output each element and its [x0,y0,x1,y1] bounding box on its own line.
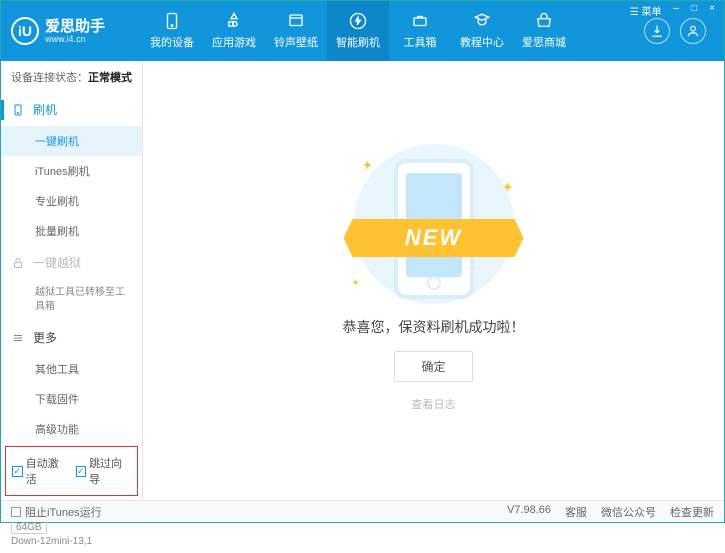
app-url: www.i4.cn [45,34,105,44]
maximize-button[interactable]: □ [688,3,700,18]
sidebar-sub-more-2[interactable]: 高级功能 [1,414,142,444]
sidebar-sub-flash-0[interactable]: 一键刷机 [1,126,142,156]
nav-tutorial[interactable]: 教程中心 [451,1,513,61]
app-name: 爱思助手 [45,19,105,34]
sidebar-flash-title: 刷机 [33,101,57,118]
sidebar-sub-flash-2[interactable]: 专业刷机 [1,186,142,216]
menu-icon[interactable]: ☰ 菜单 [627,3,665,18]
sidebar-sub-more-0[interactable]: 其他工具 [1,354,142,384]
nav-device[interactable]: 我的设备 [141,1,203,61]
success-illustration: NEW ✦ ✦ ✦ [344,149,524,299]
sidebar-sub-more-1[interactable]: 下载固件 [1,384,142,414]
logo-icon: iU [11,17,39,45]
checkbox-checked-icon: ✓ [12,466,23,477]
menu-label: 菜单 [642,7,662,18]
nav-store[interactable]: 爱思商城 [513,1,575,61]
auto-activate-label: 自动激活 [26,455,68,487]
nav-flash[interactable]: 智能刷机 [327,1,389,61]
nav-label: 应用游戏 [212,34,256,50]
tools-icon [411,12,429,30]
nav-label: 教程中心 [460,34,504,50]
block-itunes-label: 阻止iTunes运行 [25,504,102,520]
sidebar: 设备连接状态：正常模式 刷机 一键刷机iTunes刷机专业刷机批量刷机 一键越狱… [1,61,143,500]
window-controls: ☰ 菜单 – □ × [627,3,718,18]
user-icon[interactable] [680,18,706,44]
download-icon[interactable] [644,18,670,44]
block-itunes-checkbox[interactable]: 阻止iTunes运行 [11,504,102,520]
tutorial-icon [473,12,491,30]
sidebar-group-flash[interactable]: 刷机 [1,93,142,126]
checkbox-checked-icon: ✓ [76,466,87,477]
checkbox-unchecked-icon [11,507,21,517]
media-icon [287,12,305,30]
main-nav: 我的设备 应用游戏 铃声壁纸 智能刷机 工具箱 教程中心 爱思商城 [141,1,644,61]
nav-apps[interactable]: 应用游戏 [203,1,265,61]
footer: 阻止iTunes运行 V7.98.66 客服 微信公众号 检查更新 [1,500,724,522]
new-ribbon: NEW [344,219,524,257]
star-icon: ✦ [352,278,360,289]
store-icon [535,12,553,30]
sidebar-group-more[interactable]: 更多 [1,321,142,354]
nav-tools[interactable]: 工具箱 [389,1,451,61]
phone-icon [11,102,25,118]
device-firmware: Down-12mini-13,1 [11,536,132,547]
skip-setup-checkbox[interactable]: ✓ 跳过向导 [76,455,132,487]
nav-label: 爱思商城 [522,34,566,50]
sidebar-group-jailbreak[interactable]: 一键越狱 [1,246,142,279]
view-log-link[interactable]: 查看日志 [412,396,456,412]
update-link[interactable]: 检查更新 [670,504,714,520]
nav-label: 铃声壁纸 [274,34,318,50]
options-checkboxes: ✓ 自动激活 ✓ 跳过向导 [5,446,138,496]
status-label: 设备连接状态： [11,72,88,84]
success-message: 恭喜您，保资料刷机成功啦！ [343,317,525,337]
nav-media[interactable]: 铃声壁纸 [265,1,327,61]
more-icon [11,332,25,344]
jailbreak-note: 越狱工具已转移至工具箱 [1,279,142,321]
star-icon: ✦ [502,179,514,196]
main-content: NEW ✦ ✦ ✦ 恭喜您，保资料刷机成功啦！ 确定 查看日志 [143,61,724,500]
close-button[interactable]: × [706,3,718,18]
version-label: V7.98.66 [507,504,551,520]
nav-label: 智能刷机 [336,34,380,50]
sidebar-more-title: 更多 [33,329,57,346]
status-value: 正常模式 [88,72,132,84]
service-link[interactable]: 客服 [565,504,587,520]
flash-icon [349,12,367,30]
logo-area: iU 爱思助手 www.i4.cn [11,17,141,45]
lock-icon [11,256,25,270]
minimize-button[interactable]: – [671,3,683,18]
sidebar-jailbreak-title: 一键越狱 [33,254,81,271]
app-header: iU 爱思助手 www.i4.cn 我的设备 应用游戏 铃声壁纸 智能刷机 工具箱 教程中… [1,1,724,61]
apps-icon [225,12,243,30]
wechat-link[interactable]: 微信公众号 [601,504,656,520]
device-icon [163,12,181,30]
connection-status: 设备连接状态：正常模式 [1,61,142,93]
nav-label: 我的设备 [150,34,194,50]
ok-button[interactable]: 确定 [394,351,472,382]
star-icon: ✦ [362,157,374,174]
auto-activate-checkbox[interactable]: ✓ 自动激活 [12,455,68,487]
nav-label: 工具箱 [404,34,437,50]
sidebar-sub-flash-3[interactable]: 批量刷机 [1,216,142,246]
skip-setup-label: 跳过向导 [89,455,131,487]
sidebar-sub-flash-1[interactable]: iTunes刷机 [1,156,142,186]
